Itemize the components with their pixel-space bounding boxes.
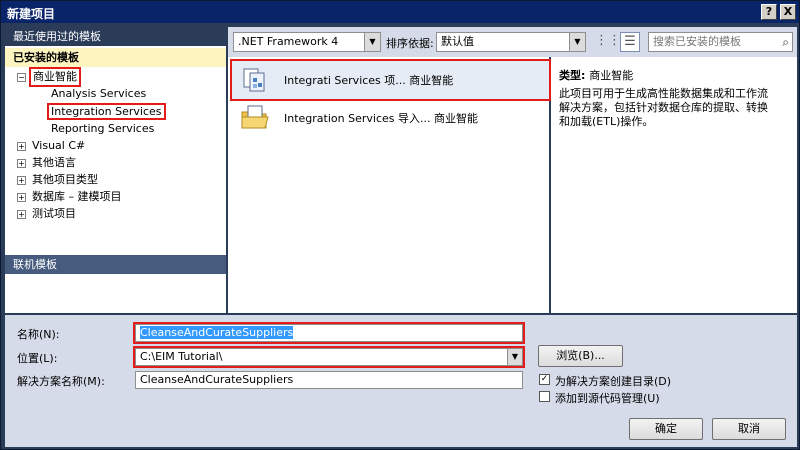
template-description-panel: 类型: 商业智能 此项目可用于生成高性能数据集成和工作流解决方案，包括针对数据仓… bbox=[551, 57, 797, 313]
list-icon: ☰ bbox=[624, 34, 636, 49]
tree-item-label: 其他项目类型 bbox=[32, 173, 98, 186]
chevron-down-icon[interactable]: ▼ bbox=[569, 33, 585, 51]
checkbox-unchecked-icon[interactable] bbox=[539, 391, 550, 402]
ssis-project-icon bbox=[243, 68, 265, 92]
ok-button[interactable]: 确定 bbox=[629, 418, 703, 440]
list-view-button[interactable]: ☰ bbox=[620, 32, 640, 52]
close-button[interactable]: X bbox=[780, 4, 796, 20]
search-icon[interactable]: ⌕ bbox=[782, 33, 789, 51]
source-control-label: 添加到源代码管理(U) bbox=[555, 392, 660, 405]
checkbox-checked-icon[interactable]: ✓ bbox=[539, 374, 550, 385]
template-item-ssis-import[interactable]: Integration Services 导入... 商业智能 bbox=[232, 99, 549, 137]
type-value: 商业智能 bbox=[589, 69, 634, 82]
framework-value: .NET Framework 4 bbox=[238, 35, 339, 48]
browse-button[interactable]: 浏览(B)... bbox=[538, 345, 623, 367]
create-directory-label: 为解决方案创建目录(D) bbox=[555, 375, 672, 388]
online-templates-header[interactable]: 联机模板 bbox=[5, 255, 226, 274]
location-label: 位置(L): bbox=[17, 352, 58, 365]
template-list: Integrati Services 项... 商业智能 Integration… bbox=[228, 57, 551, 313]
expand-icon[interactable]: + bbox=[17, 176, 26, 185]
template-name: Integration Services 导入... 商业智能 bbox=[284, 112, 478, 125]
tree-item-reporting-services[interactable]: Reporting Services bbox=[51, 121, 154, 137]
location-input[interactable]: C:\EIM Tutorial\ ▼ bbox=[133, 346, 525, 368]
template-type: 类型: 商业智能 bbox=[559, 67, 633, 83]
solution-name-input[interactable]: CleanseAndCurateSuppliers bbox=[135, 371, 523, 389]
grid-icon: ⋮⋮ bbox=[595, 33, 621, 48]
name-label: 名称(N): bbox=[17, 328, 60, 341]
search-placeholder: 搜索已安装的模板 bbox=[653, 35, 741, 48]
sort-select[interactable]: 默认值 ▼ bbox=[436, 32, 586, 52]
template-name: Integrati Services 项... 商业智能 bbox=[284, 74, 454, 87]
small-icons-view-button[interactable]: ⋮⋮ bbox=[595, 32, 621, 52]
template-search-input[interactable]: 搜索已安装的模板 ⌕ bbox=[648, 32, 793, 52]
tree-item-integration-services[interactable]: Integration Services bbox=[47, 103, 166, 120]
collapse-icon[interactable]: − bbox=[17, 73, 26, 82]
framework-select[interactable]: .NET Framework 4 ▼ bbox=[233, 32, 381, 52]
tree-item-label: 数据库 – 建模项目 bbox=[32, 190, 122, 203]
tree-item-label: Integration Services bbox=[47, 103, 166, 120]
template-category-panel: 最近使用过的模板 已安装的模板 − 商业智能 Analysis Services… bbox=[5, 27, 226, 313]
expand-icon[interactable]: + bbox=[17, 193, 26, 202]
solution-name-label: 解决方案名称(M): bbox=[17, 375, 105, 388]
sort-label: 排序依据: bbox=[386, 37, 434, 50]
template-item-ssis-project[interactable]: Integrati Services 项... 商业智能 bbox=[230, 59, 551, 101]
tree-item-label: 商业智能 bbox=[29, 67, 81, 87]
help-button[interactable]: ? bbox=[761, 4, 777, 20]
chevron-down-icon[interactable]: ▼ bbox=[507, 349, 522, 365]
folder-import-icon bbox=[241, 105, 269, 129]
tree-item-label: 测试项目 bbox=[32, 207, 76, 220]
tree-item-label: Visual C# bbox=[32, 139, 86, 152]
expand-icon[interactable]: + bbox=[17, 142, 26, 151]
left-panel-filler bbox=[5, 274, 226, 313]
project-name-value: CleanseAndCurateSuppliers bbox=[140, 326, 294, 339]
type-label: 类型: bbox=[559, 69, 586, 82]
location-value: C:\EIM Tutorial\ bbox=[140, 350, 223, 363]
tree-item-label: 其他语言 bbox=[32, 156, 76, 169]
sort-value: 默认值 bbox=[441, 35, 474, 48]
tree-item-label: Analysis Services bbox=[51, 87, 147, 100]
solution-name-value: CleanseAndCurateSuppliers bbox=[140, 373, 294, 386]
tree-item-label: Reporting Services bbox=[51, 122, 155, 135]
cancel-button[interactable]: 取消 bbox=[712, 418, 786, 440]
project-name-input[interactable]: CleanseAndCurateSuppliers bbox=[133, 322, 525, 344]
new-project-dialog: 新建项目 ? X 最近使用过的模板 已安装的模板 − 商业智能 Analysis… bbox=[0, 0, 800, 450]
expand-icon[interactable]: + bbox=[17, 159, 26, 168]
template-toolbar: .NET Framework 4 ▼ 排序依据: 默认值 ▼ ⋮⋮ ☰ 搜索已安… bbox=[228, 27, 797, 57]
tree-item-analysis-services[interactable]: Analysis Services bbox=[51, 86, 146, 102]
project-details-form: 名称(N): CleanseAndCurateSuppliers 位置(L): … bbox=[5, 315, 797, 447]
expand-icon[interactable]: + bbox=[17, 210, 26, 219]
dialog-title: 新建项目 bbox=[7, 7, 56, 21]
chevron-down-icon[interactable]: ▼ bbox=[364, 33, 380, 51]
title-bar: 新建项目 ? X bbox=[1, 1, 799, 23]
recent-templates-header[interactable]: 最近使用过的模板 bbox=[5, 27, 226, 46]
installed-templates-header[interactable]: 已安装的模板 bbox=[5, 48, 226, 67]
description-text: 此项目可用于生成高性能数据集成和工作流解决方案，包括针对数据仓库的提取、转换和加… bbox=[559, 87, 768, 128]
